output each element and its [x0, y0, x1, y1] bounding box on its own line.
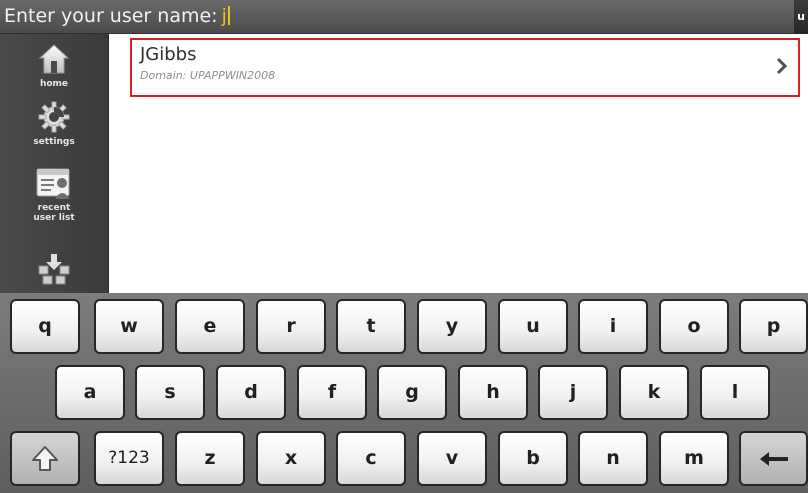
sidebar-item-label: home [39, 79, 69, 89]
key-y[interactable]: y [417, 299, 487, 354]
key-l[interactable]: l [700, 365, 770, 420]
key-h[interactable]: h [458, 365, 528, 420]
user-list: JGibbs Domain: UPAPPWIN2008 [109, 34, 808, 293]
key-g[interactable]: g [377, 365, 447, 420]
chevron-right-icon [776, 57, 788, 75]
shift-arrow-icon [32, 446, 58, 471]
key-o[interactable]: o [659, 299, 729, 354]
key-a[interactable]: a [55, 365, 125, 420]
sidebar-item-home[interactable]: home [0, 42, 108, 89]
sidebar-item-label: recent user list [33, 203, 75, 223]
key-t[interactable]: t [336, 299, 406, 354]
key-c[interactable]: c [336, 431, 406, 486]
prompt-label: Enter your user name: [4, 5, 218, 27]
on-screen-keyboard: q w e r t y u i o p a s d f g h j k l ?1… [0, 293, 808, 493]
user-name: JGibbs [140, 44, 197, 65]
sidebar-item-label: settings [33, 137, 75, 147]
key-q[interactable]: q [10, 299, 80, 354]
backspace-arrow-icon [759, 452, 788, 466]
key-p[interactable]: p [739, 299, 808, 354]
username-input[interactable]: Enter your user name: j [4, 5, 230, 27]
sidebar-item-recent-user-list[interactable]: recent user list [0, 166, 108, 223]
symbols-key[interactable]: ?123 [94, 431, 164, 486]
key-w[interactable]: w [94, 299, 164, 354]
gear-icon [38, 101, 70, 133]
key-r[interactable]: r [256, 299, 326, 354]
key-s[interactable]: s [135, 365, 205, 420]
backspace-key[interactable] [739, 431, 808, 486]
key-k[interactable]: k [619, 365, 689, 420]
key-e[interactable]: e [175, 299, 245, 354]
key-f[interactable]: f [297, 365, 367, 420]
key-m[interactable]: m [659, 431, 729, 486]
sidebar: home settings recent user list [0, 34, 109, 293]
key-i[interactable]: i [578, 299, 648, 354]
network-download-icon [38, 254, 70, 285]
user-domain: Domain: UPAPPWIN2008 [140, 69, 276, 82]
username-prompt-bar[interactable]: Enter your user name: j u [0, 0, 808, 34]
typed-text: j [221, 5, 227, 27]
home-icon [38, 44, 70, 74]
key-j[interactable]: j [538, 365, 608, 420]
key-n[interactable]: n [578, 431, 648, 486]
key-x[interactable]: x [256, 431, 326, 486]
key-v[interactable]: v [417, 431, 487, 486]
key-b[interactable]: b [498, 431, 568, 486]
sidebar-item-network[interactable] [0, 252, 108, 289]
user-list-item-jgibbs[interactable]: JGibbs Domain: UPAPPWIN2008 [130, 38, 800, 97]
contact-card-icon [36, 168, 70, 199]
corner-tab[interactable]: u [794, 0, 808, 34]
key-d[interactable]: d [216, 365, 286, 420]
key-u[interactable]: u [498, 299, 568, 354]
key-z[interactable]: z [175, 431, 245, 486]
shift-key[interactable] [10, 431, 80, 486]
text-caret [227, 6, 230, 25]
sidebar-item-settings[interactable]: settings [0, 100, 108, 147]
